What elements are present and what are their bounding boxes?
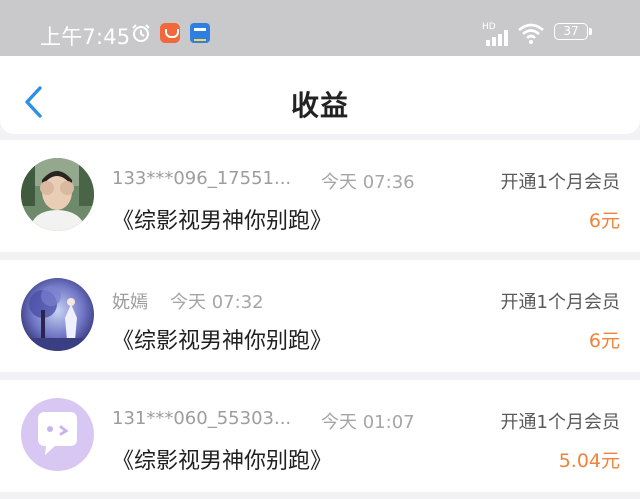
avatar — [21, 398, 94, 471]
earning-amount: 5.04元 — [558, 450, 620, 472]
signal-icon — [486, 30, 508, 46]
battery-icon: 37 — [554, 23, 594, 43]
user-name: 131***060_55303... — [112, 408, 292, 429]
book-title: 《综影视男神你别跑》 — [112, 329, 333, 354]
earning-amount: 6元 — [588, 330, 620, 352]
wifi-icon — [518, 23, 544, 44]
timestamp: 今天 01:07 — [321, 412, 415, 433]
status-bar: 上午7:45 HD 37 — [0, 0, 640, 56]
avatar — [21, 158, 94, 231]
status-time: 上午7:45 — [40, 25, 131, 49]
purchase-description: 开通1个月会员 — [500, 172, 620, 193]
book-title: 《综影视男神你别跑》 — [112, 209, 333, 234]
timestamp: 今天 07:36 — [321, 172, 415, 193]
user-name: 133***096_17551... — [112, 168, 292, 189]
earning-amount: 6元 — [588, 210, 620, 232]
timestamp: 今天 07:32 — [170, 292, 264, 313]
battery-level: 37 — [554, 23, 588, 40]
avatar — [21, 278, 94, 351]
user-name: 妩嫣 — [112, 292, 148, 313]
book-title: 《综影视男神你别跑》 — [112, 449, 333, 474]
app-icon — [160, 23, 180, 43]
purchase-description: 开通1个月会员 — [500, 412, 620, 433]
list-item[interactable]: 133***096_17551... 今天 07:36 《综影视男神你别跑》 开… — [0, 140, 640, 252]
battery-tip — [589, 28, 592, 35]
chat-bubble-icon — [38, 412, 77, 455]
purchase-description: 开通1个月会员 — [500, 292, 620, 313]
page-title: 收益 — [290, 89, 349, 122]
list-item[interactable]: 131***060_55303... 今天 01:07 《综影视男神你别跑》 开… — [0, 380, 640, 492]
list-item[interactable]: 妩嫣 今天 07:32 《综影视男神你别跑》 开通1个月会员 6元 — [0, 260, 640, 372]
app-icon — [190, 23, 210, 43]
alarm-icon — [132, 24, 150, 42]
page-header: 收益 — [0, 56, 640, 134]
